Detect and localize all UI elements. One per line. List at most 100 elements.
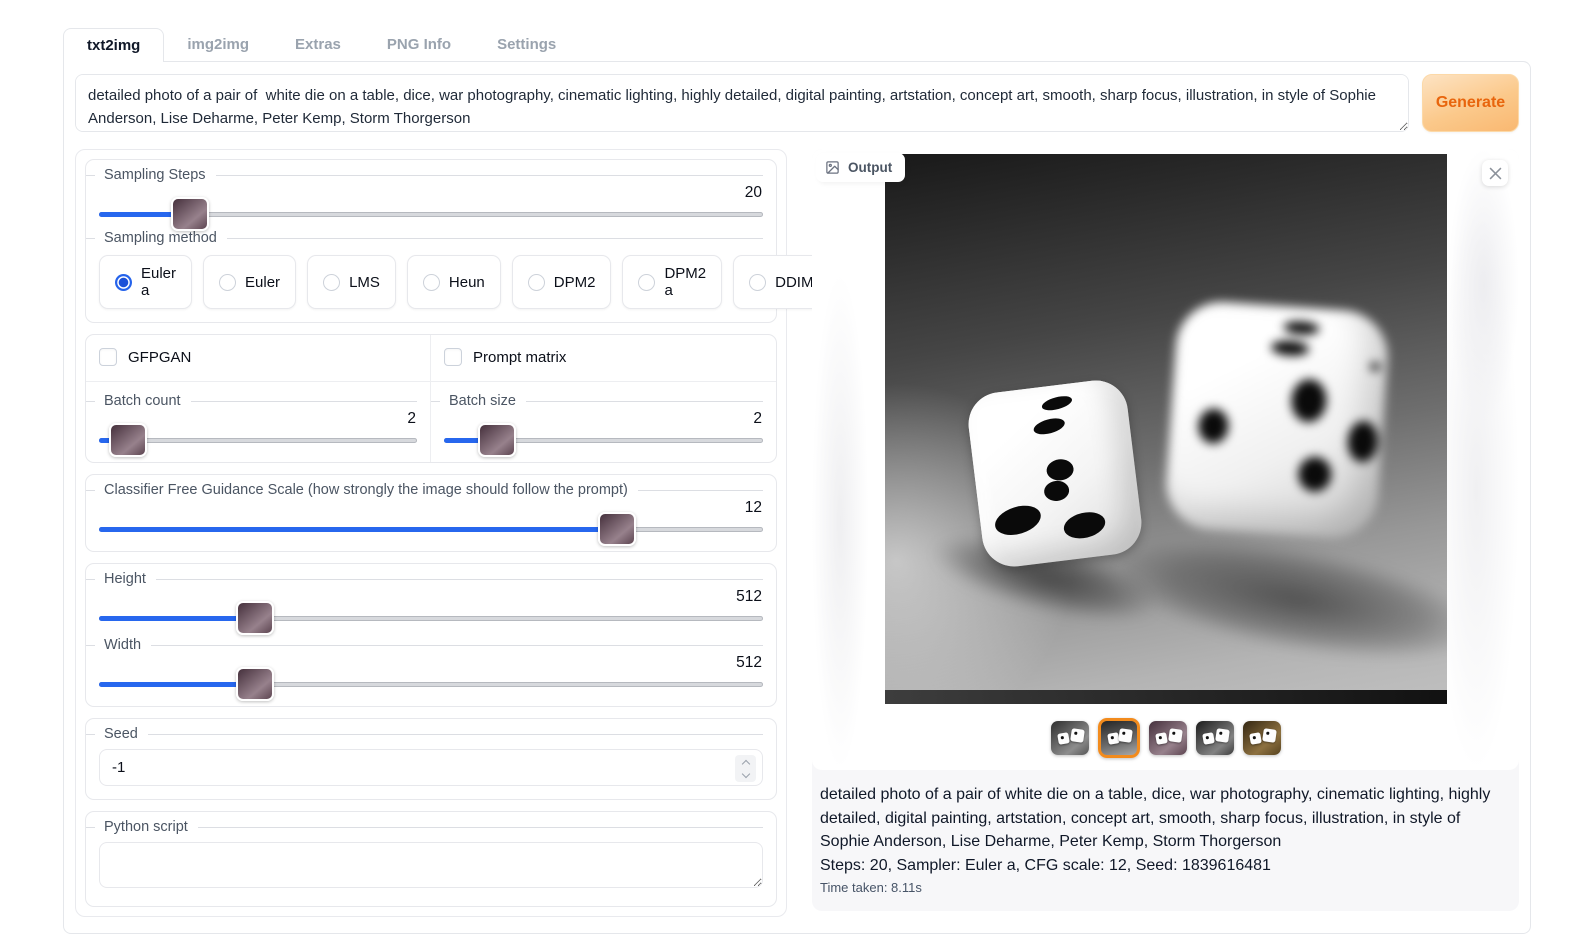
options-batch-group: GFPGAN Prompt matrix Batch count 2 — [85, 334, 777, 463]
gfpgan-label: GFPGAN — [128, 349, 191, 366]
dimensions-group: Height 512 Width 512 — [85, 563, 777, 707]
radio-label: DPM2 — [554, 274, 596, 291]
seed-group: Seed -1 — [85, 718, 777, 800]
sampling-steps-slider[interactable] — [99, 205, 763, 223]
thumbnail-1[interactable] — [1098, 718, 1140, 758]
height-value: 512 — [99, 588, 762, 606]
batch-count-value: 2 — [99, 410, 416, 428]
batch-count-label: Batch count — [99, 393, 417, 409]
close-output-button[interactable] — [1482, 160, 1508, 186]
width-value: 512 — [99, 654, 762, 672]
tab-extras[interactable]: Extras — [272, 28, 364, 61]
caption-prompt: detailed photo of a pair of white die on… — [820, 783, 1511, 854]
image-icon — [825, 160, 840, 175]
tab-txt2img[interactable]: txt2img — [63, 28, 164, 62]
radio-dot-icon — [528, 274, 545, 291]
batch-count-slider[interactable] — [99, 431, 417, 449]
die-shadow — [1111, 521, 1447, 678]
tab-bar: txt2img img2img Extras PNG Info Settings — [63, 27, 1531, 61]
seed-label: Seed — [99, 726, 763, 742]
radio-label: DPM2 a — [664, 265, 706, 299]
blurred-die — [1163, 299, 1390, 541]
prompt-matrix-checkbox[interactable] — [444, 348, 462, 366]
radio-dpm2-a[interactable]: DPM2 a — [622, 255, 722, 309]
sampling-method-label: Sampling method — [99, 230, 763, 246]
output-label-text: Output — [848, 160, 892, 175]
output-panel: Output — [812, 149, 1519, 911]
radio-lms[interactable]: LMS — [307, 255, 396, 309]
batch-size-slider[interactable] — [444, 431, 763, 449]
tab-img2img[interactable]: img2img — [164, 28, 272, 61]
width-label: Width — [99, 637, 763, 653]
thumbnail-0[interactable] — [1051, 721, 1089, 755]
radio-euler[interactable]: Euler — [203, 255, 296, 309]
radio-dpm2[interactable]: DPM2 — [512, 255, 612, 309]
chevron-up-icon[interactable] — [741, 759, 749, 767]
txt2img-app: txt2img img2img Extras PNG Info Settings… — [63, 27, 1531, 934]
output-panel-label: Output — [816, 153, 905, 182]
thumbnail-4[interactable] — [1243, 721, 1281, 755]
radio-dot-icon — [115, 274, 132, 291]
height-slider[interactable] — [99, 609, 763, 627]
radio-label: LMS — [349, 274, 380, 291]
slider-track[interactable] — [99, 438, 417, 443]
tab-png-info[interactable]: PNG Info — [364, 28, 474, 61]
radio-dot-icon — [638, 274, 655, 291]
radio-dot-icon — [423, 274, 440, 291]
python-script-group: Python script — [85, 811, 777, 907]
slider-thumb[interactable] — [236, 667, 274, 701]
prompt-matrix-checkbox-row[interactable]: Prompt matrix — [444, 346, 763, 368]
slider-thumb[interactable] — [598, 512, 636, 546]
thumbnail-strip — [812, 717, 1519, 759]
thumbnail-3[interactable] — [1196, 721, 1234, 755]
python-script-label: Python script — [99, 819, 763, 835]
prompt-row: detailed photo of a pair of white die on… — [75, 74, 1519, 132]
generated-image[interactable] — [885, 154, 1447, 704]
slider-thumb[interactable] — [171, 197, 209, 231]
python-script-input[interactable] — [99, 842, 763, 888]
cfg-label: Classifier Free Guidance Scale (how stro… — [99, 482, 763, 498]
radio-heun[interactable]: Heun — [407, 255, 501, 309]
chevron-down-icon[interactable] — [741, 769, 749, 777]
slider-thumb[interactable] — [236, 601, 274, 635]
seed-input[interactable]: -1 — [99, 749, 763, 786]
sampling-method-options: Euler a Euler LMS Heun DPM2 DPM2 a DDIM … — [99, 255, 763, 309]
slider-fill — [99, 527, 617, 532]
slider-fill — [99, 682, 255, 687]
radio-dot-icon — [323, 274, 340, 291]
radio-dot-icon — [749, 274, 766, 291]
prompt-matrix-label: Prompt matrix — [473, 349, 566, 366]
cfg-group: Classifier Free Guidance Scale (how stro… — [85, 474, 777, 552]
slider-thumb[interactable] — [478, 423, 516, 457]
slider-thumb[interactable] — [109, 423, 147, 457]
radio-label: DDIM — [775, 274, 813, 291]
radio-label: Euler a — [141, 265, 176, 299]
height-label: Height — [99, 571, 763, 587]
radio-label: Euler — [245, 274, 280, 291]
txt2img-panel: detailed photo of a pair of white die on… — [63, 61, 1531, 934]
prompt-input[interactable]: detailed photo of a pair of white die on… — [75, 74, 1409, 132]
batch-size-label: Batch size — [444, 393, 763, 409]
seed-stepper[interactable] — [735, 755, 756, 782]
settings-column: Sampling Steps 20 Sampling method Euler … — [75, 149, 787, 917]
radio-euler-a[interactable]: Euler a — [99, 255, 192, 309]
generation-info: detailed photo of a pair of white die on… — [812, 770, 1519, 911]
slider-fill — [99, 616, 255, 621]
generate-button[interactable]: Generate — [1422, 74, 1519, 132]
seed-value: -1 — [112, 759, 125, 776]
caption-params: Steps: 20, Sampler: Euler a, CFG scale: … — [820, 854, 1511, 878]
width-slider[interactable] — [99, 675, 763, 693]
sampling-steps-label: Sampling Steps — [99, 167, 763, 183]
caption-time-taken: Time taken: 8.11s — [820, 880, 1511, 895]
tab-settings[interactable]: Settings — [474, 28, 579, 61]
gfpgan-checkbox-row[interactable]: GFPGAN — [99, 346, 417, 368]
radio-dot-icon — [219, 274, 236, 291]
thumbnail-2[interactable] — [1149, 721, 1187, 755]
sampling-group: Sampling Steps 20 Sampling method Euler … — [85, 159, 777, 323]
cfg-slider[interactable] — [99, 520, 763, 538]
cfg-value: 12 — [99, 499, 762, 517]
radio-label: Heun — [449, 274, 485, 291]
output-gallery — [812, 149, 1519, 770]
focused-die — [964, 377, 1144, 570]
gfpgan-checkbox[interactable] — [99, 348, 117, 366]
